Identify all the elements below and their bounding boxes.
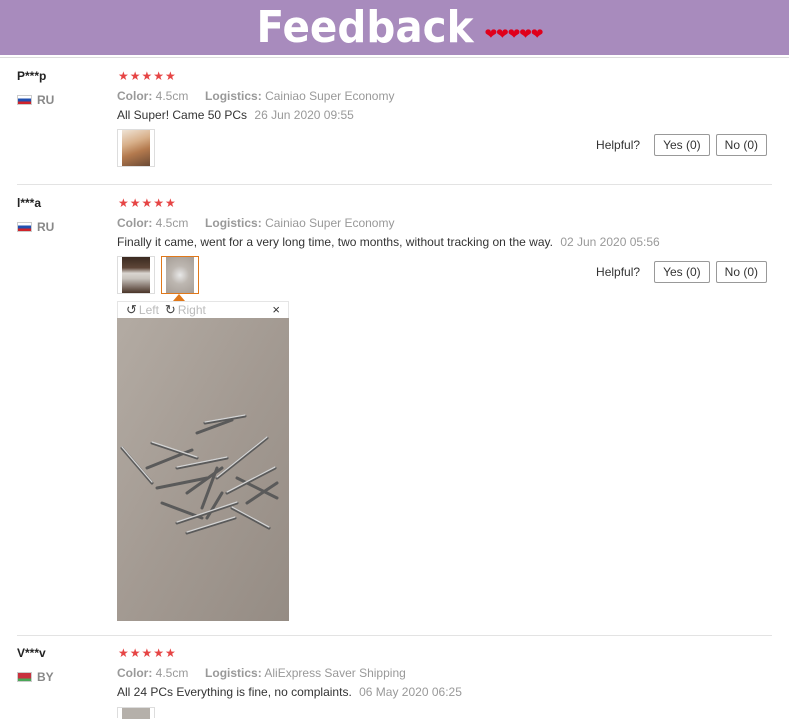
review-divider: [17, 635, 772, 636]
color-label: Color:: [117, 89, 153, 103]
helpful-label: Helpful?: [596, 138, 641, 152]
viewer-pointer: [173, 294, 185, 301]
feedback-banner: Feedback ❤❤❤❤❤: [0, 0, 789, 55]
helpful-yes-button[interactable]: Yes (0): [654, 134, 710, 156]
logistics-value: Cainiao Super Economy: [265, 89, 395, 103]
close-icon[interactable]: ×: [272, 302, 280, 318]
viewer-toolbar: ↺ Left ↻ Right ×: [117, 301, 289, 318]
reviewer-name: V***v: [17, 646, 46, 660]
country-code: RU: [37, 220, 55, 234]
rotate-left-icon[interactable]: ↺: [126, 302, 137, 318]
review-photo-thumb[interactable]: [117, 129, 155, 167]
helpful-vote: Helpful? Yes (0) No (0): [596, 134, 767, 156]
review-date: 02 Jun 2020 05:56: [560, 235, 660, 249]
helpful-vote: Helpful? Yes (0) No (0): [596, 261, 767, 283]
review-body: All 24 PCs Everything is fine, no compla…: [117, 685, 352, 699]
color-label: Color:: [117, 216, 153, 230]
review-date: 06 May 2020 06:25: [359, 685, 462, 699]
flag-ru-icon: [17, 222, 32, 232]
rotate-left-button[interactable]: Left: [139, 303, 159, 317]
hair-clips-photo: [117, 318, 289, 621]
color-label: Color:: [117, 666, 153, 680]
helpful-no-button[interactable]: No (0): [715, 261, 767, 283]
reviewer-name: l***a: [17, 196, 42, 210]
divider: [0, 57, 789, 58]
rotate-right-button[interactable]: Right: [178, 303, 206, 317]
review-text: Finally it came, went for a very long ti…: [117, 235, 660, 249]
helpful-no-button[interactable]: No (0): [715, 134, 767, 156]
review-body: All Super! Came 50 PCs: [117, 108, 248, 122]
logistics-label: Logistics:: [205, 89, 262, 103]
logistics-label: Logistics:: [205, 666, 262, 680]
banner-title: Feedback: [256, 2, 474, 53]
star-rating: ★★★★★: [118, 69, 177, 83]
star-rating: ★★★★★: [118, 646, 177, 660]
order-info: Color: 4.5cm Logistics: Cainiao Super Ec…: [117, 216, 394, 230]
review-photo-large: [117, 318, 289, 621]
reviewer-country: RU: [17, 220, 54, 234]
helpful-label: Helpful?: [596, 265, 641, 279]
review-text: All Super! Came 50 PCs 26 Jun 2020 09:55: [117, 108, 354, 122]
logistics-value: Cainiao Super Economy: [265, 216, 395, 230]
order-info: Color: 4.5cm Logistics: AliExpress Saver…: [117, 666, 406, 680]
review-body: Finally it came, went for a very long ti…: [117, 235, 553, 249]
reviewer-country: RU: [17, 93, 54, 107]
reviewer-name: P***p: [17, 69, 47, 83]
review-photo-thumb[interactable]: [117, 256, 155, 294]
photo-viewer: ↺ Left ↻ Right ×: [117, 301, 289, 621]
reviewer-country: BY: [17, 670, 54, 684]
review-photo-thumb[interactable]: [117, 707, 155, 719]
review-text: All 24 PCs Everything is fine, no compla…: [117, 685, 462, 699]
country-code: BY: [37, 670, 54, 684]
color-value: 4.5cm: [155, 89, 189, 103]
order-info: Color: 4.5cm Logistics: Cainiao Super Ec…: [117, 89, 394, 103]
flag-ru-icon: [17, 95, 32, 105]
color-value: 4.5cm: [155, 216, 189, 230]
hearts-decoration: ❤❤❤❤❤: [484, 25, 544, 43]
logistics-value: AliExpress Saver Shipping: [264, 666, 406, 680]
review-photo-thumb-selected[interactable]: [161, 256, 199, 294]
helpful-yes-button[interactable]: Yes (0): [654, 261, 710, 283]
color-value: 4.5cm: [155, 666, 189, 680]
review-date: 26 Jun 2020 09:55: [254, 108, 354, 122]
logistics-label: Logistics:: [205, 216, 262, 230]
country-code: RU: [37, 93, 55, 107]
review-divider: [17, 184, 772, 185]
star-rating: ★★★★★: [118, 196, 177, 210]
rotate-right-icon[interactable]: ↻: [165, 302, 176, 318]
flag-by-icon: [17, 672, 32, 682]
